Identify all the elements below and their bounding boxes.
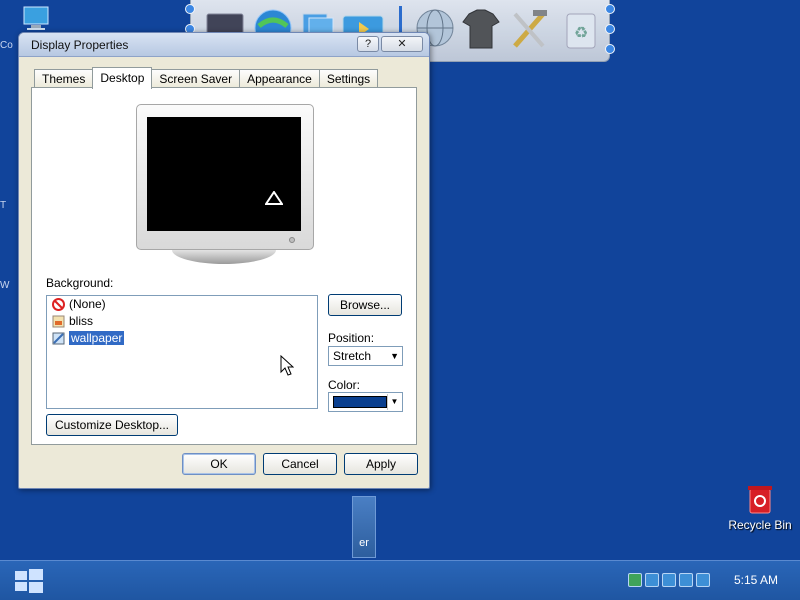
customize-desktop-button[interactable]: Customize Desktop... [46,414,178,436]
background-label: Background: [46,276,114,290]
position-value: Stretch [333,349,372,363]
color-swatch [333,396,387,408]
image-file-icon [52,315,65,328]
taskbar-clock[interactable]: 5:15 AM [734,573,778,587]
dock-handle-dot[interactable] [185,4,195,14]
network-tray-icon[interactable] [628,573,642,587]
monitor-preview [136,104,314,264]
list-item[interactable]: bliss [47,313,317,330]
dialog-client-area: Themes Desktop Screen Saver Appearance S… [24,61,424,483]
tab-settings[interactable]: Settings [318,69,379,88]
apply-button[interactable]: Apply [344,453,418,475]
dock-handle-dot[interactable] [605,4,615,14]
chevron-down-icon: ▼ [387,394,401,410]
system-tray [628,573,710,587]
desktop-tab-panel: Background: (None) bliss wallpaper Brows… [31,87,417,445]
wallpaper-logo-icon [259,190,289,215]
ok-button[interactable]: OK [182,453,256,475]
tab-desktop[interactable]: Desktop [92,67,153,89]
windows-logo-icon [15,569,43,593]
list-item[interactable]: (None) [47,296,317,313]
mouse-pointer-icon [280,355,294,376]
image-file-icon [52,332,65,345]
none-icon [52,298,65,311]
list-item-selected[interactable]: wallpaper [47,330,317,347]
browse-button[interactable]: Browse... [328,294,402,316]
recycle-dock-icon[interactable]: ♻ [559,6,603,52]
tray-icon[interactable] [696,573,710,587]
recycle-bin-label: Recycle Bin [728,518,792,532]
tray-icon[interactable] [662,573,676,587]
cancel-button[interactable]: Cancel [263,453,337,475]
recycle-bin-icon [748,486,772,514]
dialog-title: Display Properties [31,38,129,52]
tab-themes[interactable]: Themes [34,69,94,88]
dock-handle-dot[interactable] [605,24,615,34]
tools-dock-icon[interactable] [507,6,551,52]
tray-icon[interactable] [679,573,693,587]
computer-desktop-icon[interactable] [22,6,52,32]
position-dropdown[interactable]: Stretch ▼ [328,346,403,366]
tshirt-dock-icon[interactable] [459,6,503,52]
tab-strip: Themes Desktop Screen Saver Appearance S… [34,67,379,89]
taskbar-window-tile[interactable]: er [352,496,376,558]
monitor-stand [172,250,276,264]
tab-appearance[interactable]: Appearance [239,69,320,88]
background-list[interactable]: (None) bliss wallpaper [46,295,318,409]
start-button[interactable] [12,567,46,595]
chevron-down-icon: ▼ [390,351,399,361]
recycle-bin-desktop-icon[interactable]: Recycle Bin [728,484,792,532]
monitor-power-led [289,237,295,243]
display-properties-dialog: Display Properties ? ✕ Themes Desktop Sc… [18,32,430,489]
position-label: Position: [328,331,375,345]
monitor-frame [136,104,314,250]
taskbar: 5:15 AM [0,560,800,600]
svg-text:♻: ♻ [574,25,588,42]
color-picker-button[interactable]: ▼ [328,392,403,412]
dialog-titlebar[interactable]: Display Properties ? ✕ [19,33,429,57]
dock-handle-dot[interactable] [605,44,615,54]
close-button[interactable]: ✕ [381,36,423,52]
help-button[interactable]: ? [357,36,379,52]
tray-icon[interactable] [645,573,659,587]
tab-screen-saver[interactable]: Screen Saver [151,69,241,88]
color-label: Color: [328,378,361,392]
